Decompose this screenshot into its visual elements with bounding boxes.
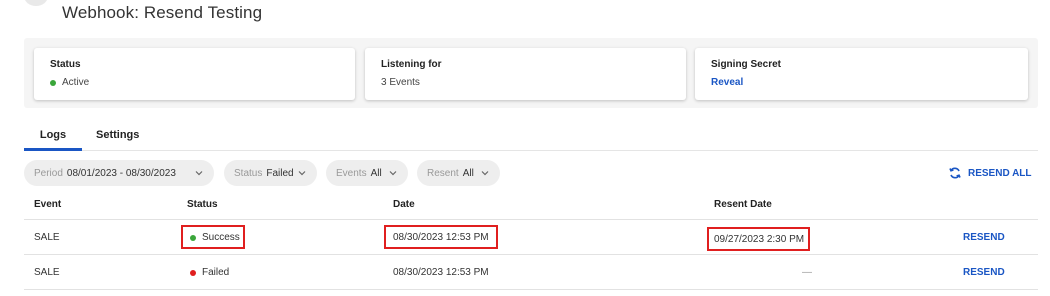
status-cell: Failed [190,267,229,278]
reveal-link[interactable]: Reveal [711,77,1012,88]
resend-all-label: RESEND ALL [968,167,1032,179]
status-cell: Success [190,232,240,243]
events-filter-value: All [370,167,382,179]
resent-date-cell: — [802,267,812,278]
table-row: SALE Failed 08/30/2023 12:53 PM — RESEND [24,255,1038,290]
tab-logs[interactable]: Logs [24,127,82,151]
event-cell: SALE [34,267,60,278]
status-card-text: Active [62,77,90,88]
period-filter[interactable]: Period 08/01/2023 - 08/30/2023 [24,160,214,186]
status-filter[interactable]: Status Failed [224,160,317,186]
resend-button[interactable]: RESEND [963,232,1005,243]
date-cell: 08/30/2023 12:53 PM [393,232,489,243]
event-cell: SALE [34,232,60,243]
signing-secret-label: Signing Secret [711,59,782,70]
table-row: SALE Success 08/30/2023 12:53 PM 09/27/2… [24,220,1038,255]
resend-all-button[interactable]: RESEND ALL [948,166,1032,180]
refresh-icon [948,166,962,180]
resent-filter-key: Resent [427,167,459,179]
status-dot-icon [50,79,56,86]
status-text: Success [202,232,240,243]
resent-filter-value: All [462,167,474,179]
chevron-down-icon [388,168,398,178]
chevron-down-icon [297,168,307,178]
period-filter-key: Period [34,167,63,179]
success-dot-icon [190,234,196,241]
resend-button[interactable]: RESEND [963,267,1005,278]
summary-cards: Status Active Listening for 3 Events Sig… [24,38,1038,108]
resent-date-cell: 09/27/2023 2:30 PM [714,234,805,245]
column-header-date: Date [393,199,415,210]
events-filter-key: Events [336,167,367,179]
logs-table: Event Status Date Resent Date SALE Succe… [24,190,1038,290]
period-filter-value: 08/01/2023 - 08/30/2023 [66,167,176,179]
status-card-label: Status [50,59,81,70]
status-filter-key: Status [234,167,263,179]
tab-settings[interactable]: Settings [96,127,139,151]
signing-secret-card: Signing Secret Reveal [695,48,1028,100]
column-header-status: Status [187,199,218,210]
page-title: Webhook: Resend Testing [62,3,263,22]
chevron-down-icon [480,168,490,178]
column-header-event: Event [34,199,62,210]
date-cell: 08/30/2023 12:53 PM [393,267,489,278]
status-text: Failed [202,267,230,278]
listening-card-label: Listening for [381,59,442,70]
failed-dot-icon [190,269,196,276]
resent-filter[interactable]: Resent All [417,160,500,186]
status-filter-value: Failed [266,167,294,179]
avatar [24,0,48,6]
listening-card-value: 3 Events [381,77,420,88]
status-card-value: Active [50,77,339,88]
tab-bar: Logs Settings [24,127,1038,151]
listening-card: Listening for 3 Events [365,48,686,100]
chevron-down-icon [194,168,204,178]
status-card: Status Active [34,48,355,100]
table-header: Event Status Date Resent Date [24,190,1038,220]
events-filter[interactable]: Events All [326,160,408,186]
column-header-resent-date: Resent Date [714,199,772,210]
